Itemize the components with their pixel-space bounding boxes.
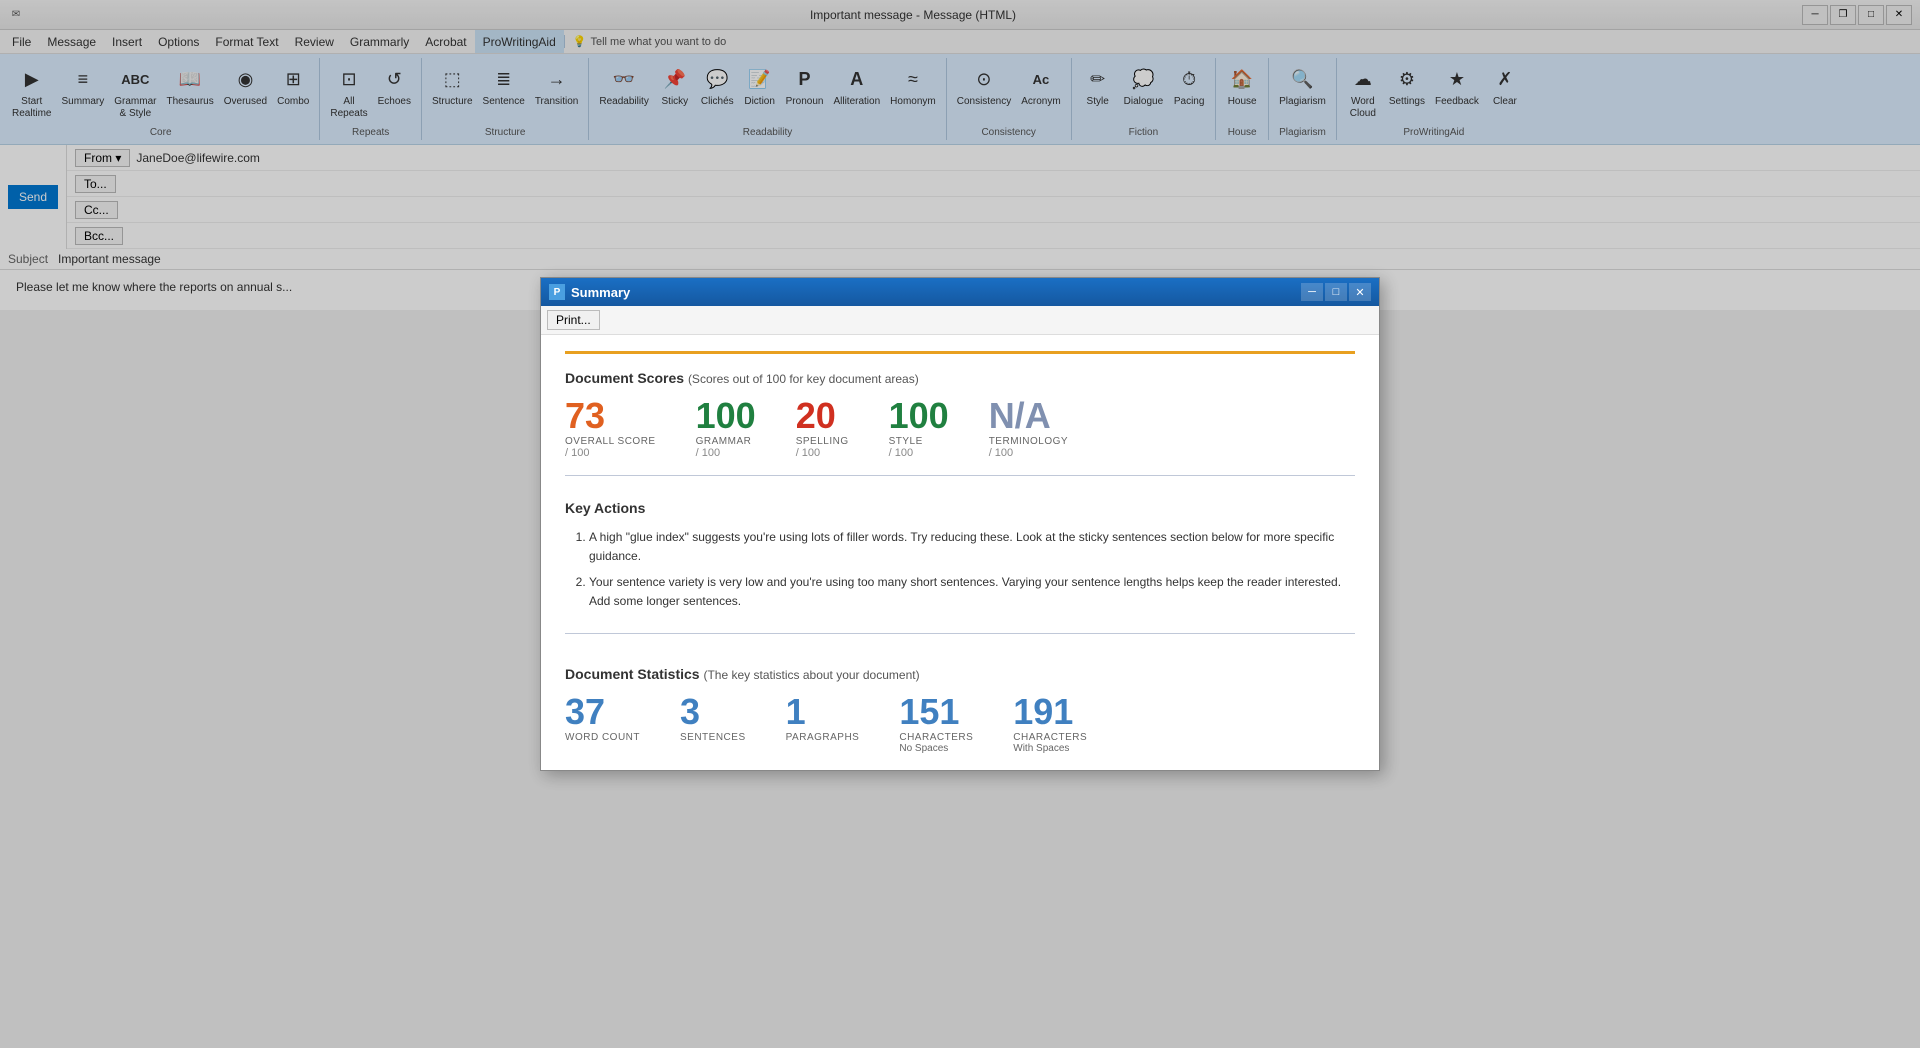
overall-score-item: 73 OVERALL SCORE / 100 [565,398,656,459]
spelling-score-value: 20 [796,398,836,434]
key-actions-section: Key Actions A high "glue index" suggests… [565,484,1355,634]
key-action-item-2: Your sentence variety is very low and yo… [589,573,1355,611]
terminology-score-value: N/A [989,398,1051,434]
key-action-item-1: A high "glue index" suggests you're usin… [589,528,1355,566]
document-statistics-heading: Document Statistics (The key statistics … [565,666,1355,682]
modal-controls: ─ □ ✕ [1301,283,1371,301]
characters-with-spaces-label: CHARACTERS [1013,732,1087,743]
style-score-value: 100 [889,398,949,434]
style-score-max: / 100 [889,447,913,459]
sentences-value: 3 [680,694,700,730]
paragraphs-label: PARAGRAPHS [786,732,860,743]
terminology-score-item: N/A TERMINOLOGY / 100 [989,398,1068,459]
word-count-value: 37 [565,694,605,730]
terminology-score-label: TERMINOLOGY [989,436,1068,447]
modal-close-button[interactable]: ✕ [1349,283,1371,301]
characters-no-spaces-sublabel: No Spaces [899,743,948,754]
key-actions-list: A high "glue index" suggests you're usin… [589,528,1355,611]
characters-with-spaces-value: 191 [1013,694,1073,730]
sentences-stat: 3 SENTENCES [680,694,746,754]
modal-title-icon: P [549,284,565,300]
characters-no-spaces-value: 151 [899,694,959,730]
modal-title-bar: P Summary ─ □ ✕ [541,278,1379,306]
document-statistics-section: Document Statistics (The key statistics … [565,650,1355,754]
paragraphs-stat: 1 PARAGRAPHS [786,694,860,754]
grammar-score-item: 100 GRAMMAR / 100 [696,398,756,459]
document-scores-heading: Document Scores (Scores out of 100 for k… [565,370,1355,386]
stats-grid: 37 WORD COUNT 3 SENTENCES 1 PARAGRAPHS [565,694,1355,754]
style-score-label: STYLE [889,436,923,447]
grammar-score-value: 100 [696,398,756,434]
characters-no-spaces-label: CHARACTERS [899,732,973,743]
grammar-score-max: / 100 [696,447,720,459]
spelling-score-max: / 100 [796,447,820,459]
characters-with-spaces-sublabel: With Spaces [1013,743,1069,754]
modal-scroll-area: Document Scores (Scores out of 100 for k… [541,335,1379,770]
overall-score-label: OVERALL SCORE [565,436,656,447]
modal-overlay: P Summary ─ □ ✕ Print... Document Scores… [0,0,1920,1048]
summary-modal: P Summary ─ □ ✕ Print... Document Scores… [540,277,1380,771]
word-count-stat: 37 WORD COUNT [565,694,640,754]
modal-restore-button[interactable]: □ [1325,283,1347,301]
document-scores-subheading: (Scores out of 100 for key document area… [688,372,919,386]
modal-body[interactable]: Document Scores (Scores out of 100 for k… [541,335,1379,770]
grammar-score-label: GRAMMAR [696,436,752,447]
spelling-score-label: SPELLING [796,436,849,447]
paragraphs-value: 1 [786,694,806,730]
spelling-score-item: 20 SPELLING / 100 [796,398,849,459]
document-scores-section: Document Scores (Scores out of 100 for k… [565,351,1355,476]
characters-no-spaces-stat: 151 CHARACTERS No Spaces [899,694,973,754]
key-actions-heading: Key Actions [565,500,1355,516]
document-statistics-subheading: (The key statistics about your document) [703,668,919,682]
modal-toolbar: Print... [541,306,1379,335]
overall-score-max: / 100 [565,447,589,459]
characters-with-spaces-stat: 191 CHARACTERS With Spaces [1013,694,1087,754]
style-score-item: 100 STYLE / 100 [889,398,949,459]
print-button[interactable]: Print... [547,310,600,330]
scores-grid: 73 OVERALL SCORE / 100 100 GRAMMAR / 100… [565,398,1355,476]
modal-title-text: P Summary [549,284,630,300]
modal-title-label: Summary [571,285,630,300]
overall-score-value: 73 [565,398,605,434]
modal-minimize-button[interactable]: ─ [1301,283,1323,301]
sentences-label: SENTENCES [680,732,746,743]
word-count-label: WORD COUNT [565,732,640,743]
terminology-score-max: / 100 [989,447,1013,459]
